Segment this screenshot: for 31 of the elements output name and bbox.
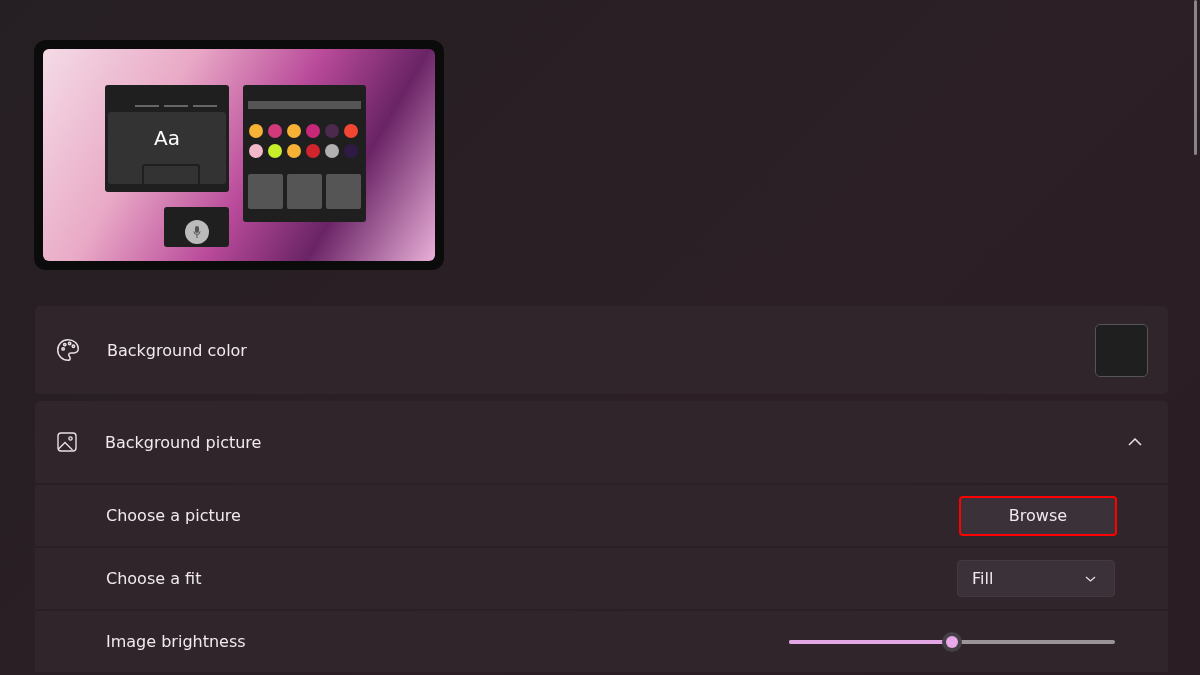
- setting-label: Choose a fit: [105, 569, 203, 588]
- expander-header[interactable]: Background picture: [35, 401, 1168, 483]
- color-dot: [287, 144, 301, 158]
- color-dot: [344, 124, 358, 138]
- tile-block: [287, 174, 322, 209]
- color-swatch-button[interactable]: [1095, 323, 1148, 377]
- color-dot: [249, 144, 263, 158]
- fit-dropdown[interactable]: Fill: [957, 560, 1115, 597]
- color-dot: [325, 144, 339, 158]
- tile-block: [326, 174, 361, 209]
- color-dot: [306, 124, 320, 138]
- scrollbar[interactable]: [1194, 0, 1197, 155]
- sample-text: Aa: [154, 126, 180, 150]
- chevron-icon: [1128, 438, 1142, 446]
- color-dot: [306, 144, 320, 158]
- setting-label: Image brightness: [105, 632, 247, 651]
- color-dot: [287, 124, 301, 138]
- color-dot: [268, 124, 282, 138]
- color-dot: [268, 144, 282, 158]
- color-dot: [325, 124, 339, 138]
- color-dot: [344, 144, 358, 158]
- setting-label: Choose a picture: [105, 506, 242, 525]
- mic-icon: [192, 226, 201, 238]
- color-dot: [249, 124, 263, 138]
- setting-label: Background picture: [105, 432, 263, 452]
- browse-button[interactable]: Browse: [959, 495, 1117, 536]
- tile-block: [248, 174, 283, 209]
- chevron-down-icon: [1085, 575, 1096, 582]
- setting-label: Background color: [107, 340, 248, 360]
- palette-icon: [55, 337, 81, 363]
- image-icon: [55, 430, 79, 454]
